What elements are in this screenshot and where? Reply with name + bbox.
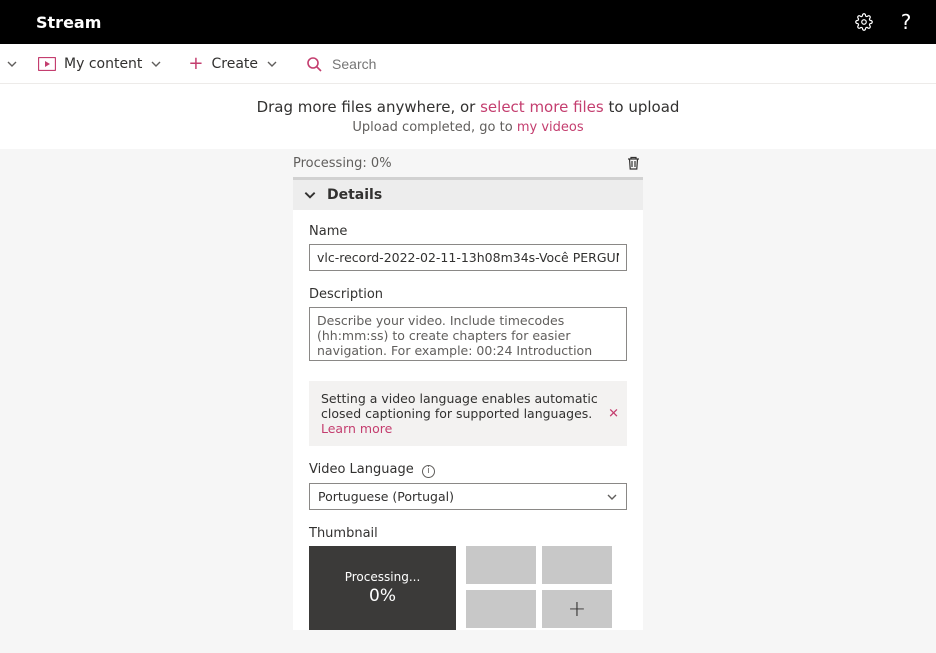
search-icon [306,56,322,72]
app-header: Stream ? [0,0,936,44]
my-videos-link[interactable]: my videos [517,120,584,135]
thumbnail-option[interactable] [542,546,612,584]
details-body: Name Description Setting a video languag… [293,210,643,630]
language-value: Portuguese (Portugal) [318,489,454,504]
learn-more-link[interactable]: Learn more [321,421,392,436]
thumbnail-option[interactable] [466,590,536,628]
language-notice-text: Setting a video language enables automat… [321,391,598,421]
name-field: Name [309,224,627,271]
upload-instruction: Drag more files anywhere, or select more… [0,84,936,120]
language-notice: Setting a video language enables automat… [309,381,627,446]
nav-create-label: Create [212,56,259,72]
chevron-down-icon [606,491,618,503]
settings-button[interactable] [848,6,880,38]
language-label: Video Language i [309,462,627,478]
select-more-files-link[interactable]: select more files [480,98,604,116]
delete-upload-button[interactable] [626,155,641,171]
thumbnail-label: Thumbnail [309,526,627,541]
description-label: Description [309,287,627,302]
thumbnail-row: Processing... 0% + [309,546,627,630]
upload-suffix: to upload [604,98,680,116]
thumbnail-add-button[interactable]: + [542,590,612,628]
play-video-icon [38,57,56,71]
brand-title: Stream [36,13,101,32]
description-field: Description [309,287,627,365]
upload-prefix: Drag more files anywhere, or [257,98,481,116]
name-input[interactable] [309,244,627,271]
nav-prev-menu[interactable] [2,58,22,70]
language-select[interactable]: Portuguese (Portugal) [309,483,627,510]
thumbnail-options: + [466,546,612,630]
help-button[interactable]: ? [890,6,922,38]
nav-bar: My content + Create [0,44,936,84]
thumbnail-option[interactable] [466,546,536,584]
upload-completed-prefix: Upload completed, go to [352,120,516,135]
thumb-percent: 0% [369,586,396,606]
details-accordion-header[interactable]: Details [293,180,643,210]
help-icon: ? [901,10,912,34]
name-label: Name [309,224,627,239]
gear-icon [855,13,873,31]
thumb-processing-text: Processing... [345,570,421,584]
plus-icon: + [188,55,203,73]
search-area [306,56,936,72]
nav-create[interactable]: + Create [178,55,288,73]
description-input[interactable] [309,307,627,361]
close-icon: ✕ [608,406,619,421]
chevron-down-icon [150,58,162,70]
details-title: Details [327,187,382,203]
nav-my-content-label: My content [64,56,142,72]
thumbnail-processing: Processing... 0% [309,546,456,630]
chevron-down-icon [6,58,18,70]
nav-my-content[interactable]: My content [28,56,172,72]
processing-label: Processing: 0% [293,156,392,171]
language-label-text: Video Language [309,462,414,477]
plus-icon: + [568,597,586,622]
upload-details-panel: Processing: 0% Details Name Description … [293,149,643,630]
page-area: Processing: 0% Details Name Description … [0,149,936,653]
upload-completed-row: Upload completed, go to my videos [0,120,936,149]
processing-row: Processing: 0% [293,149,643,177]
thumbnail-field: Thumbnail Processing... 0% + [309,526,627,630]
info-icon[interactable]: i [422,465,435,478]
language-field: Video Language i Portuguese (Portugal) [309,462,627,510]
chevron-down-icon [266,58,278,70]
chevron-down-icon [303,188,317,202]
dismiss-notice-button[interactable]: ✕ [608,406,619,421]
trash-icon [626,155,641,171]
search-input[interactable] [332,56,632,72]
